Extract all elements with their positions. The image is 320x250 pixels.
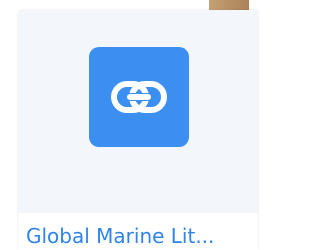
resource-card[interactable]: Global Marine Lit... (18, 10, 258, 250)
link-tile[interactable] (89, 47, 189, 147)
link-icon (111, 81, 167, 113)
background-image (209, 0, 249, 10)
card-title[interactable]: Global Marine Lit... (26, 223, 252, 249)
